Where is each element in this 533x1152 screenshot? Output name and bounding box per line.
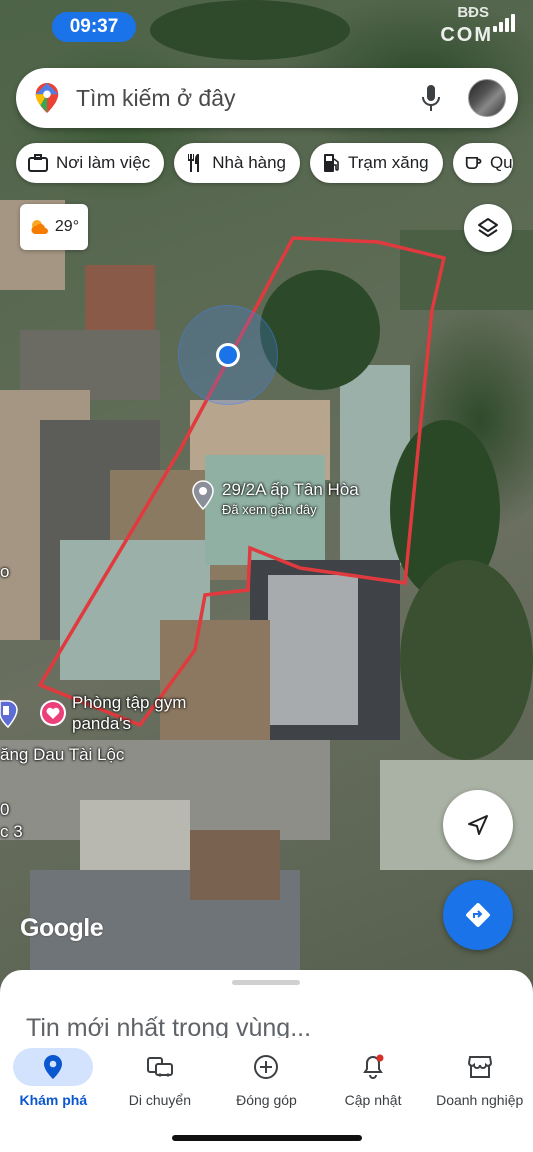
nav-contribute[interactable]: Đóng góp — [213, 1038, 320, 1128]
edge-label: 0 — [0, 800, 10, 819]
chip-label: Trạm xăng — [348, 153, 429, 172]
watermark-top: BĐS — [457, 4, 489, 21]
partly-sunny-icon — [31, 220, 48, 234]
contribute-plus-icon — [230, 1048, 302, 1086]
status-time: 09:37 — [52, 12, 136, 42]
chip-gas-station[interactable]: Trạm xăng — [310, 143, 443, 183]
google-logo: Google — [20, 914, 104, 942]
sheet-handle[interactable] — [232, 980, 300, 985]
place-title[interactable]: 29/2A ấp Tân Hòa — [222, 480, 359, 500]
edge-label: c 3 — [0, 822, 23, 841]
search-bar[interactable]: Tìm kiếm ở đây — [16, 68, 518, 128]
gym-label-line2: panda's — [72, 714, 132, 733]
commute-icon — [124, 1048, 196, 1086]
nav-commute[interactable]: Di chuyển — [107, 1038, 214, 1128]
layers-icon — [478, 218, 498, 237]
home-indicator[interactable] — [172, 1135, 362, 1141]
microphone-icon[interactable] — [420, 83, 442, 113]
search-input[interactable]: Tìm kiếm ở đây — [76, 85, 420, 112]
chip-label: Nơi làm việc — [56, 153, 151, 172]
weather-temp: 29° — [54, 218, 80, 235]
bell-icon — [337, 1048, 409, 1086]
bottom-sheet[interactable]: Tin mới nhất trong vùng... Khám phá Di c… — [0, 970, 533, 1152]
my-location-button[interactable] — [443, 790, 513, 860]
navigation-arrow-icon — [468, 815, 488, 835]
status-icons — [493, 14, 515, 32]
bottom-nav: Khám phá Di chuyển Đóng góp Cập nhật Doa… — [0, 1038, 533, 1128]
watermark: COM — [440, 24, 493, 46]
chip-workplace[interactable]: Nơi làm việc — [16, 143, 165, 183]
maps-pin-icon — [35, 83, 59, 113]
nav-business[interactable]: Doanh nghiệp — [426, 1038, 533, 1128]
weather-badge[interactable]: 29° — [20, 204, 88, 250]
nav-label: Di chuyển — [128, 1092, 192, 1108]
chip-cafe[interactable]: Qu — [452, 143, 513, 183]
fork-knife-icon — [188, 154, 200, 172]
explore-pin-icon — [13, 1048, 94, 1086]
current-location-dot[interactable] — [216, 343, 240, 367]
nav-label: Đóng góp — [236, 1092, 297, 1108]
layers-button[interactable] — [464, 204, 512, 252]
nav-updates[interactable]: Cập nhật — [320, 1038, 427, 1128]
storefront-icon — [444, 1048, 516, 1086]
gas-station-label[interactable]: ăng Dau Tài Lộc — [0, 745, 124, 765]
place-subtitle: Đã xem gần đây — [222, 502, 317, 517]
place-marker-icon[interactable] — [192, 480, 214, 510]
directions-icon — [466, 903, 490, 927]
category-chips: Nơi làm việc Nhà hàng Trạm xăng Qu — [16, 143, 513, 183]
signal-icon — [493, 14, 515, 32]
gym-label-line1[interactable]: Phòng tập gym — [72, 693, 186, 713]
avatar[interactable] — [468, 79, 506, 117]
directions-button[interactable] — [443, 880, 513, 950]
chip-label: Nhà hàng — [212, 153, 287, 172]
nav-label: Doanh nghiệp — [436, 1092, 524, 1108]
nav-explore[interactable]: Khám phá — [0, 1038, 107, 1128]
cup-icon — [465, 156, 482, 170]
chip-label: Qu — [489, 153, 513, 172]
chip-restaurant[interactable]: Nhà hàng — [174, 143, 301, 183]
edge-label: o — [0, 562, 10, 581]
nav-label: Khám phá — [19, 1092, 88, 1108]
heart-place-icon[interactable] — [40, 700, 66, 726]
gas-station-marker-icon[interactable] — [0, 700, 18, 728]
briefcase-icon — [28, 154, 48, 172]
gas-station-icon — [324, 154, 339, 172]
nav-label: Cập nhật — [344, 1092, 402, 1108]
